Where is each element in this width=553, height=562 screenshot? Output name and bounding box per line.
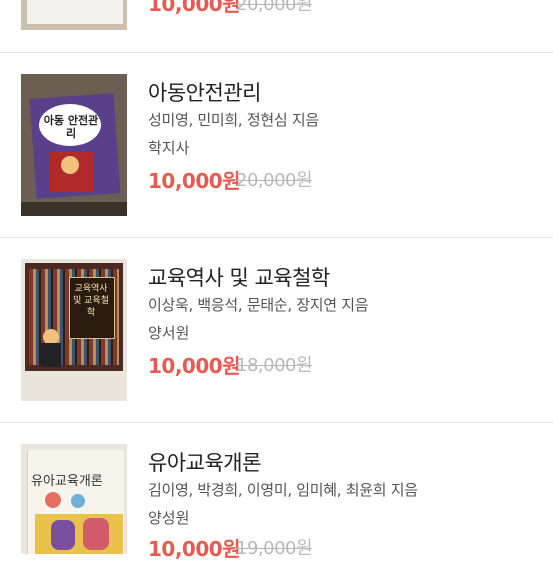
cover-title: 아동 안전관리 xyxy=(43,114,99,140)
list-item[interactable]: 유아교육개론 유아교육개론 김이영, 박경희, 이영미, 임미혜, 최윤희 지음… xyxy=(0,423,553,561)
book-cover-image: 교육역사 및 교육철학 xyxy=(21,259,127,401)
sale-price: 10,000원 xyxy=(148,169,241,193)
book-publisher: 양서원 xyxy=(148,324,190,342)
book-publisher: 양성원 xyxy=(148,509,190,527)
cover-title: 유아교육개론 xyxy=(31,474,103,489)
book-cover-image xyxy=(21,0,127,30)
sale-price: 10,000원 xyxy=(148,354,241,378)
book-authors: 성미영, 민미희, 정현심 지음 xyxy=(148,111,319,129)
list-item[interactable]: 10,000원 20,000원 xyxy=(0,0,553,52)
book-title[interactable]: 유아교육개론 xyxy=(148,447,261,477)
book-authors: 김이영, 박경희, 이영미, 임미혜, 최윤희 지음 xyxy=(148,481,418,499)
book-title[interactable]: 아동안전관리 xyxy=(148,77,261,107)
original-price: 20,000원 xyxy=(236,0,313,15)
original-price: 18,000원 xyxy=(236,355,313,376)
book-cover-image: 아동 안전관리 xyxy=(21,74,127,216)
book-title[interactable]: 교육역사 및 교육철학 xyxy=(148,262,330,292)
original-price: 20,000원 xyxy=(236,170,313,191)
book-cover-image: 유아교육개론 xyxy=(21,444,127,554)
book-authors: 이상욱, 백응석, 문태순, 장지연 지음 xyxy=(148,296,369,314)
sale-price: 10,000원 xyxy=(148,537,241,561)
original-price: 19,000원 xyxy=(236,538,313,559)
cover-title: 교육역사 및 교육철학 xyxy=(73,284,109,318)
list-item[interactable]: 교육역사 및 교육철학 교육역사 및 교육철학 이상욱, 백응석, 문태순, 장… xyxy=(0,238,553,422)
sale-price: 10,000원 xyxy=(148,0,241,16)
book-publisher: 학지사 xyxy=(148,139,190,157)
list-item[interactable]: 아동 안전관리 아동안전관리 성미영, 민미희, 정현심 지음 학지사 10,0… xyxy=(0,53,553,237)
